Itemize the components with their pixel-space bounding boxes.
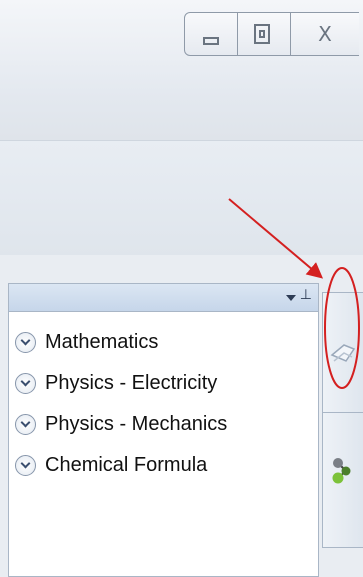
category-label: Physics - Electricity xyxy=(45,372,218,394)
dropdown-triangle-icon[interactable] xyxy=(286,295,296,301)
close-button[interactable]: X xyxy=(291,12,359,56)
category-item-physics-electricity[interactable]: Physics - Electricity xyxy=(9,363,318,404)
restore-button[interactable] xyxy=(238,12,291,56)
template-panel: ⊥ Mathematics Physics - Electricity Phys… xyxy=(8,283,319,577)
pin-icon[interactable]: ⊥ xyxy=(300,288,312,302)
category-label: Chemical Formula xyxy=(45,454,208,476)
title-bar: X xyxy=(0,0,363,140)
ribbon-area xyxy=(0,140,363,256)
panel-header: ⊥ xyxy=(9,284,318,312)
category-item-physics-mechanics[interactable]: Physics - Mechanics xyxy=(9,404,318,445)
chevron-down-icon[interactable] xyxy=(15,332,36,353)
restore-icon xyxy=(254,24,270,44)
category-list: Mathematics Physics - Electricity Physic… xyxy=(9,312,318,486)
chevron-down-icon[interactable] xyxy=(15,414,36,435)
side-tool-strip xyxy=(322,292,363,548)
chevron-down-icon[interactable] xyxy=(15,373,36,394)
category-label: Physics - Mechanics xyxy=(45,413,228,435)
category-label: Mathematics xyxy=(45,331,159,353)
molecule-tool-icon[interactable] xyxy=(326,453,360,487)
minimize-icon xyxy=(203,37,219,45)
category-item-chemical-formula[interactable]: Chemical Formula xyxy=(9,445,318,486)
close-icon: X xyxy=(318,22,332,46)
strip-divider xyxy=(323,412,363,413)
chevron-down-icon[interactable] xyxy=(15,455,36,476)
minimize-button[interactable] xyxy=(184,12,238,56)
window-controls: X xyxy=(184,12,359,58)
shape-tool-icon[interactable] xyxy=(326,335,360,369)
category-item-mathematics[interactable]: Mathematics xyxy=(9,322,318,363)
